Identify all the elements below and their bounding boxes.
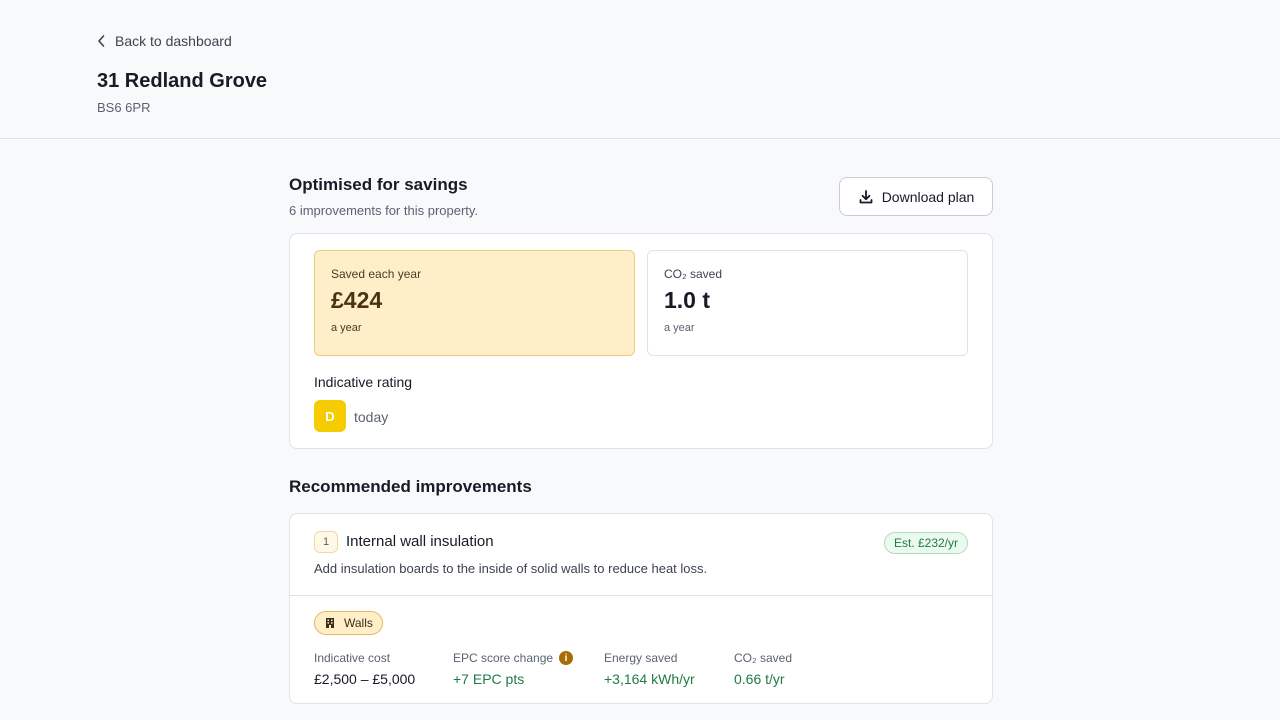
recommendation-card[interactable]: 1 Internal wall insulation Est. £232/yr … [289, 513, 993, 704]
plan-title: Optimised for savings [289, 175, 468, 194]
metric-value: £2,500 – £5,000 [314, 671, 416, 687]
savings-stat: Saved each year £424 a year [314, 250, 635, 356]
divider [290, 595, 992, 596]
page-header: Back to dashboard 31 Redland Grove BS6 6… [0, 0, 1280, 139]
category-tag: Walls [314, 611, 383, 635]
metric-label: EPC score change [453, 651, 554, 665]
building-icon [326, 618, 334, 628]
co2-value: 1.0 t [664, 287, 711, 313]
epc-rating-badge: D [314, 400, 346, 432]
metric-label: Energy saved [604, 651, 678, 665]
category-tag-label: Walls [344, 616, 373, 630]
savings-value: £424 [331, 287, 383, 313]
download-icon [859, 189, 873, 203]
page-title: 31 Redland Grove [97, 70, 268, 92]
metric-epc-change: EPC score change i +7 EPC pts [453, 651, 574, 687]
metric-cost: Indicative cost £2,500 – £5,000 [314, 651, 415, 687]
download-plan-label[interactable]: Download plan [882, 189, 975, 205]
metric-label: CO₂ saved [734, 651, 793, 665]
savings-label: Saved each year [331, 267, 422, 281]
metric-label-row: EPC score change i [453, 651, 574, 665]
metric-energy-saved: Energy saved +3,164 kWh/yr [604, 651, 695, 687]
metric-co2-saved: CO₂ saved 0.66 t/yr [734, 651, 792, 687]
info-icon[interactable]: i [559, 651, 574, 665]
recommendation-name: Internal wall insulation [346, 533, 494, 550]
rating-when: today [354, 409, 389, 425]
co2-stat: CO₂ saved 1.0 t a year [647, 250, 968, 356]
chevron-left-icon [98, 35, 105, 47]
co2-label: CO₂ saved [664, 267, 723, 281]
metric-value: +3,164 kWh/yr [604, 671, 695, 687]
back-to-dashboard-link[interactable]: Back to dashboard [96, 33, 232, 49]
recommendation-description: Add insulation boards to the inside of s… [314, 561, 708, 576]
summary-card: Saved each year £424 a year CO₂ saved 1.… [289, 233, 993, 449]
back-link-label[interactable]: Back to dashboard [115, 33, 232, 49]
savings-note: a year [331, 322, 362, 334]
rating-title: Indicative rating [314, 374, 413, 390]
recommendations-title: Recommended improvements [289, 477, 532, 496]
plan-subtitle: 6 improvements for this property. [289, 203, 479, 218]
download-plan-button[interactable]: Download plan [839, 177, 993, 216]
metric-value: +7 EPC pts [453, 671, 525, 687]
recommendation-number: 1 [314, 531, 338, 553]
metric-value: 0.66 t/yr [734, 671, 785, 687]
property-postcode: BS6 6PR [97, 100, 151, 115]
co2-note: a year [664, 322, 695, 334]
metric-label: Indicative cost [314, 651, 391, 665]
estimated-savings-badge: Est. £232/yr [883, 532, 968, 554]
